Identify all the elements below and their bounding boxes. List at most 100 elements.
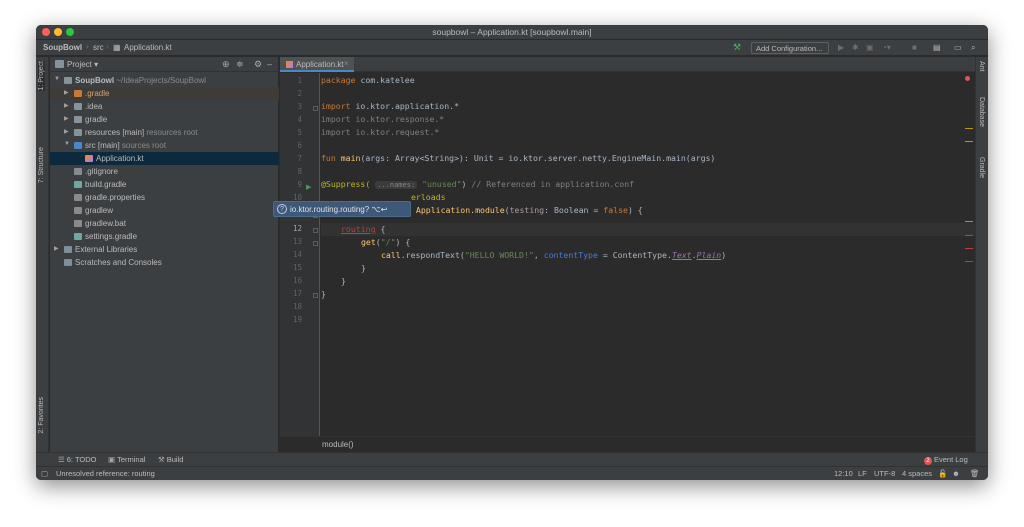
tree-item-settings-gradle[interactable]: settings.gradle — [50, 230, 279, 243]
folder-icon — [64, 77, 72, 84]
ant-tool-tab[interactable]: Ant — [978, 61, 985, 72]
fold-marker[interactable] — [313, 228, 318, 233]
warning-mark[interactable] — [965, 141, 973, 142]
stop-icon[interactable]: ■ — [912, 43, 917, 52]
line-separator[interactable]: LF — [858, 469, 867, 478]
editor-tab-application-kt[interactable]: Application.kt × — [280, 57, 354, 72]
tree-item-gradlew[interactable]: gradlew — [50, 204, 279, 217]
error-stripe — [963, 73, 975, 452]
tree-item-scratches[interactable]: Scratches and Consoles — [50, 256, 279, 269]
tree-item-hint: ~/IdeaProjects/SoupBowl — [116, 76, 206, 85]
coverage-icon[interactable]: ▣ — [866, 43, 874, 52]
event-log-button[interactable]: 2 Event Log — [924, 455, 968, 465]
tree-item-root[interactable]: ▼ SoupBowl ~/IdeaProjects/SoupBowl — [50, 74, 279, 87]
hide-panel-icon[interactable]: – — [267, 59, 272, 69]
library-icon — [64, 246, 72, 253]
tree-item-build-gradle[interactable]: build.gradle — [50, 178, 279, 191]
tree-item-label: .gitignore — [85, 167, 118, 176]
fold-marker[interactable] — [313, 241, 318, 246]
warning-mark[interactable] — [965, 221, 973, 222]
indent-setting[interactable]: 4 spaces — [902, 469, 932, 478]
status-message: Unresolved reference: routing — [56, 469, 155, 478]
tool-windows-icon[interactable]: ▢ — [41, 469, 48, 478]
layout-icon[interactable]: ▭ — [954, 43, 962, 52]
build-tool-button[interactable]: ⚒ Build — [158, 455, 183, 464]
code-line-3: import io.ktor.application.* — [321, 101, 460, 111]
favorites-tool-tab[interactable]: 2: Favorites — [38, 397, 45, 434]
fold-marker[interactable] — [313, 106, 318, 111]
project-panel-header: Project ▾ ⊕ ≑ ⚙ – — [50, 57, 279, 72]
caret-position[interactable]: 12:10 — [834, 469, 853, 478]
tree-item-idea[interactable]: ▶ .idea — [50, 100, 279, 113]
gradle-tool-tab[interactable]: Gradle — [978, 157, 985, 178]
tree-item-gradle-properties[interactable]: gradle.properties — [50, 191, 279, 204]
tree-item-gradle-dir[interactable]: ▶ .gradle — [50, 87, 279, 100]
database-tool-tab[interactable]: Database — [978, 97, 985, 127]
error-indicator[interactable] — [965, 76, 970, 81]
tree-item-hint: sources root — [121, 141, 166, 150]
code-line-10: erloads — [411, 192, 446, 202]
folder-icon — [74, 116, 82, 123]
file-encoding[interactable]: UTF-8 — [874, 469, 895, 478]
project-structure-icon[interactable]: ▤ — [933, 43, 941, 52]
tree-item-application-kt[interactable]: Application.kt — [50, 152, 279, 165]
tree-item-src[interactable]: ▼ src [main] sources root — [50, 139, 279, 152]
import-hint-popup[interactable]: ? io.ktor.routing.routing? ⌥↩ — [273, 201, 411, 217]
file-icon — [74, 220, 82, 227]
project-tool-tab[interactable]: 1: Project — [38, 61, 45, 91]
breadcrumb-file[interactable]: Application.kt — [124, 43, 172, 52]
editor-tab-bar: Application.kt × — [280, 57, 975, 72]
error-mark[interactable] — [965, 248, 973, 249]
tree-item-gradle[interactable]: ▶ gradle — [50, 113, 279, 126]
breadcrumb-function[interactable]: module() — [322, 440, 354, 449]
project-panel: Project ▾ ⊕ ≑ ⚙ – ▼ SoupBowl ~/IdeaProje… — [50, 57, 279, 452]
profile-icon[interactable]: ◔▾ — [882, 43, 891, 52]
tree-item-label: resources [main] — [85, 128, 145, 137]
run-gutter-icon[interactable]: ▶ — [306, 183, 311, 191]
tree-item-label: Scratches and Consoles — [75, 258, 162, 267]
hammer-icon[interactable]: ⚒ — [733, 42, 741, 53]
unresolved-reference: routing — [341, 224, 376, 234]
code-line-4: import io.ktor.response.* — [321, 114, 445, 124]
inspector-icon[interactable]: ☻ — [952, 469, 960, 478]
search-icon[interactable]: ⌕ — [971, 43, 975, 53]
properties-file-icon — [74, 194, 82, 201]
tree-item-external-libraries[interactable]: ▶ External Libraries — [50, 243, 279, 256]
code-editor[interactable]: package com.katelee import io.ktor.appli… — [321, 73, 975, 452]
gradle-file-icon — [74, 233, 82, 240]
code-line-17: } — [321, 289, 326, 299]
run-icon[interactable]: ▶ — [838, 43, 844, 52]
close-icon[interactable]: × — [344, 59, 349, 68]
fold-marker[interactable] — [313, 293, 318, 298]
error-mark[interactable] — [965, 261, 973, 262]
breadcrumb-project[interactable]: SoupBowl — [43, 43, 82, 52]
folder-icon — [74, 103, 82, 110]
scratches-icon — [64, 259, 72, 266]
code-line-15: } — [361, 263, 366, 273]
gear-icon[interactable]: ⚙ — [254, 59, 262, 70]
tree-item-label: External Libraries — [75, 245, 138, 254]
tree-item-label: .gradle — [85, 89, 110, 98]
collapse-all-icon[interactable]: ≑ — [236, 59, 244, 70]
line-number: 16 — [292, 276, 302, 285]
project-view-selector[interactable]: Project ▾ — [67, 60, 98, 69]
tree-item-gradlew-bat[interactable]: gradlew.bat — [50, 217, 279, 230]
structure-tool-tab[interactable]: 7: Structure — [38, 147, 45, 183]
line-number: 13 — [292, 237, 302, 246]
target-icon[interactable]: ⊕ — [222, 59, 230, 70]
trash-icon[interactable]: 🗑 — [970, 469, 980, 478]
debug-icon[interactable]: ✱ — [852, 43, 859, 52]
add-configuration-button[interactable]: Add Configuration... — [751, 42, 829, 54]
left-tool-strip: 1: Project 7: Structure 2: Favorites — [36, 57, 49, 452]
error-mark[interactable] — [965, 235, 973, 236]
lock-icon[interactable]: 🔓 — [938, 469, 947, 478]
tree-item-resources[interactable]: ▶ resources [main] resources root — [50, 126, 279, 139]
warning-mark[interactable] — [965, 128, 973, 129]
line-number: 6 — [297, 141, 302, 150]
tree-item-hint: resources root — [146, 128, 198, 137]
terminal-tool-button[interactable]: ▣ Terminal — [108, 455, 145, 464]
breadcrumb-src[interactable]: src — [93, 43, 104, 52]
todo-tool-button[interactable]: ☰ 6: TODO — [58, 455, 96, 464]
event-count-badge: 2 — [924, 457, 932, 465]
tree-item-gitignore[interactable]: .gitignore — [50, 165, 279, 178]
